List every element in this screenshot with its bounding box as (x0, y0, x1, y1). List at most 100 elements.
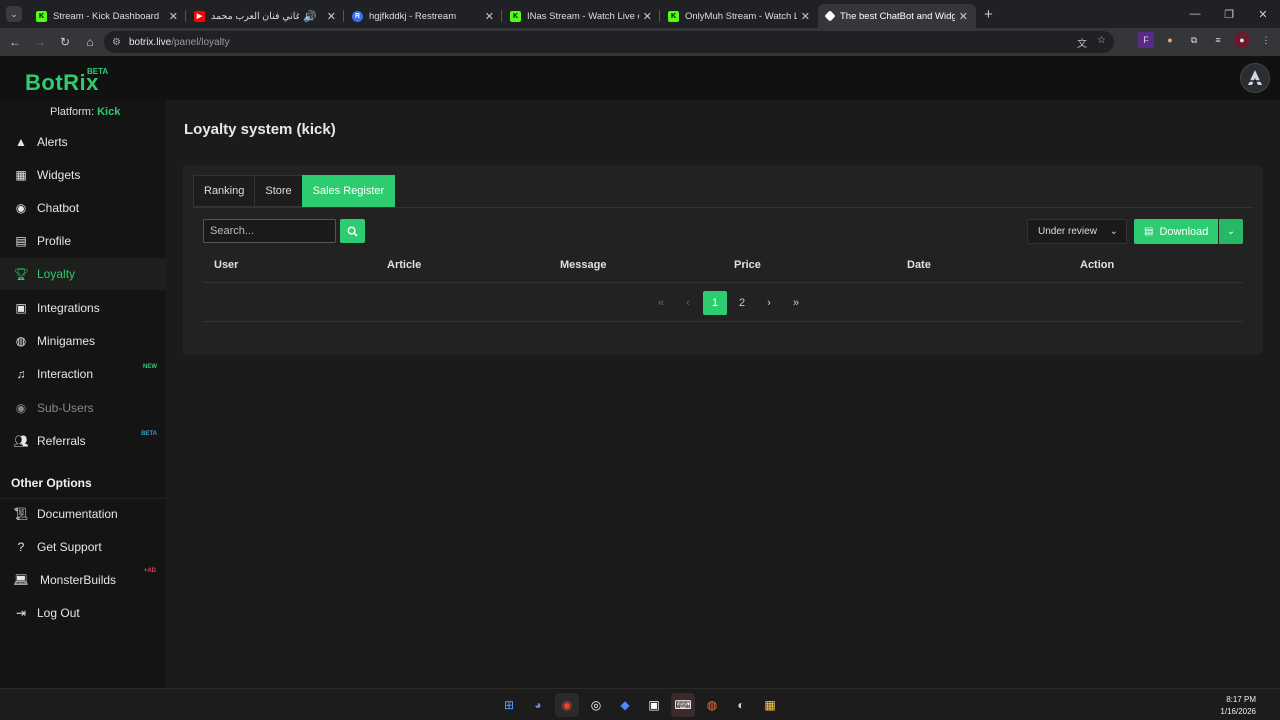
sidebar-item-widgets[interactable]: ▦ Widgets (0, 159, 166, 191)
media-control-icon[interactable]: ≡ (1210, 32, 1226, 48)
last-page-icon[interactable]: » (784, 291, 808, 315)
url-path: /panel/loyalty (171, 36, 230, 48)
tab-title: افضل اغاني فنان العرب محمد (211, 10, 300, 22)
column-header-message: Message (560, 259, 607, 271)
close-icon[interactable]: ✕ (169, 10, 178, 23)
sidebar-item-alerts[interactable]: ▲ Alerts (0, 126, 166, 158)
sidebar-item-log-out[interactable]: ⇥ Log Out (0, 597, 166, 629)
back-icon[interactable]: ← (3, 30, 27, 54)
sidebar-item-interaction[interactable]: ♫ Interaction NEW (0, 358, 166, 390)
browser-tab[interactable]: ▶ افضل اغاني فنان العرب محمد 🔊 ✕ (186, 4, 344, 28)
column-header-date: Date (907, 259, 931, 271)
tab-title: The best ChatBot and Widgets (840, 10, 955, 22)
app-icon[interactable]: ◎ (584, 693, 608, 717)
loyalty-tabs: Ranking Store Sales Register (193, 175, 396, 207)
site-info-icon[interactable]: ⚙ (112, 37, 121, 48)
close-window-icon[interactable]: ✕ (1246, 0, 1280, 28)
browser-menu-icon[interactable]: ⋮ (1258, 32, 1274, 48)
sidebar-item-label: Get Support (37, 540, 102, 554)
sidebar-item-referrals[interactable]: 👥︎ Referrals BETA (0, 425, 166, 457)
sidebar-item-loyalty[interactable]: 🏆︎ Loyalty (0, 258, 166, 290)
divider (203, 321, 1243, 322)
close-icon[interactable]: ✕ (643, 10, 652, 23)
browser-toolbar: ← → ↻ ⌂ ⚙ botrix.live/panel/loyalty 文 ☆ … (0, 28, 1280, 56)
app-icon[interactable]: ◆ (613, 693, 637, 717)
close-icon[interactable]: ✕ (801, 10, 810, 23)
tab-ranking[interactable]: Ranking (193, 175, 256, 207)
home-icon[interactable]: ⌂ (78, 30, 102, 54)
app-icon[interactable]: ▣ (642, 693, 666, 717)
window-controls: — ❐ ✕ (1178, 0, 1280, 28)
browser-tab[interactable]: K OnlyMuh Stream - Watch Live on Kick ✕ (660, 4, 818, 28)
logo-beta-badge: BETA (87, 67, 109, 76)
system-clock[interactable]: 8:17 PM 1/16/2026 (1220, 694, 1256, 718)
sidebar-item-documentation[interactable]: 📜︎ Documentation (0, 498, 166, 530)
minimize-icon[interactable]: — (1178, 0, 1212, 28)
steam-icon[interactable]: ◐ (729, 693, 753, 717)
user-avatar[interactable] (1240, 63, 1270, 93)
address-bar[interactable]: ⚙ botrix.live/panel/loyalty 文 ☆ (104, 31, 1114, 53)
translate-icon[interactable]: 文 (1077, 35, 1087, 50)
page-button-current[interactable]: 1 (703, 291, 727, 315)
extension-cookie-icon[interactable]: ● (1162, 32, 1178, 48)
taskbar-apps: ⊞ ◕ ◉ ◎ ◆ ▣ ⌨ ◍ ◐ ▦ (497, 693, 782, 717)
profile-avatar-icon[interactable]: ● (1234, 32, 1250, 48)
search-input[interactable] (203, 219, 336, 243)
platform-value: Kick (97, 106, 121, 118)
download-button[interactable]: ▤ Download (1134, 219, 1218, 244)
tab-store[interactable]: Store (254, 175, 303, 207)
status-filter-select[interactable]: Under review ⌄ (1027, 219, 1127, 244)
tab-title: INas Stream - Watch Live on Kick (527, 10, 639, 22)
page-button[interactable]: 2 (730, 291, 754, 315)
prev-page-icon[interactable]: ‹ (676, 291, 700, 315)
close-icon[interactable]: ✕ (485, 10, 494, 23)
divider (203, 282, 1243, 283)
forward-icon[interactable]: → (28, 30, 52, 54)
browser-tab[interactable]: R hgjfkddkj - Restream ✕ (344, 4, 502, 28)
download-options-toggle[interactable]: ⌄ (1219, 219, 1243, 244)
sidebar-item-minigames[interactable]: ◍ Minigames (0, 325, 166, 357)
firefox-icon[interactable]: ◍ (700, 693, 724, 717)
extensions-puzzle-icon[interactable]: ⧉ (1186, 32, 1202, 48)
search-button[interactable] (340, 219, 365, 243)
sidebar-item-monsterbuilds[interactable]: 💻︎ MonsterBuilds +AD (0, 564, 166, 596)
column-header-user: User (214, 259, 239, 271)
app-header: BotRix BETA (0, 56, 1280, 100)
robot-icon: ◉ (15, 401, 27, 415)
sidebar-item-integrations[interactable]: ▣ Integrations (0, 292, 166, 324)
sidebar-item-label: Sub-Users (37, 401, 94, 415)
trophy-icon: 🏆︎ (13, 267, 29, 281)
sidebar-item-profile[interactable]: ▤ Profile (0, 225, 166, 257)
divider (193, 207, 1253, 208)
sidebar-item-label: Interaction (37, 367, 94, 381)
restore-icon[interactable]: ❐ (1212, 0, 1246, 28)
reload-icon[interactable]: ↻ (53, 30, 77, 54)
app-icon[interactable]: ▦ (758, 693, 782, 717)
tab-title: hgjfkddkj - Restream (369, 10, 457, 22)
close-icon[interactable]: ✕ (327, 10, 336, 23)
sidebar-item-chatbot[interactable]: ◉ Chatbot (0, 192, 166, 224)
browser-tab[interactable]: K Stream - Kick Dashboard ✕ (28, 4, 186, 28)
sidebar-item-get-support[interactable]: ? Get Support (0, 531, 166, 563)
next-page-icon[interactable]: › (757, 291, 781, 315)
extension-f-icon[interactable]: F (1138, 32, 1154, 48)
chrome-icon[interactable]: ◉ (555, 693, 579, 717)
browser-tab[interactable]: K INas Stream - Watch Live on Kick ✕ (502, 4, 660, 28)
discord-icon[interactable]: ◕ (526, 693, 550, 717)
close-icon[interactable]: ✕ (959, 10, 968, 23)
windows-start-icon[interactable]: ⊞ (497, 693, 521, 717)
extensions-area: F ● ⧉ ≡ ● ⋮ (1138, 32, 1274, 48)
tab-sales-register[interactable]: Sales Register (301, 175, 396, 207)
music-icon: ♫ (16, 367, 26, 381)
new-tab-button[interactable]: + (984, 6, 993, 23)
terminal-icon[interactable]: ⌨ (671, 693, 695, 717)
speaker-icon[interactable]: 🔊 (303, 10, 317, 23)
first-page-icon[interactable]: « (649, 291, 673, 315)
sidebar-item-sub-users[interactable]: ◉ Sub-Users (0, 392, 166, 424)
restream-icon: R (352, 10, 363, 22)
browser-tab-active[interactable]: The best ChatBot and Widgets ✕ (818, 4, 976, 28)
clock-date: 1/16/2026 (1220, 707, 1256, 716)
page-title: Loyalty system (kick) (184, 121, 336, 138)
tab-search-button[interactable]: ⌄ (6, 6, 22, 22)
bookmark-star-icon[interactable]: ☆ (1097, 35, 1106, 50)
